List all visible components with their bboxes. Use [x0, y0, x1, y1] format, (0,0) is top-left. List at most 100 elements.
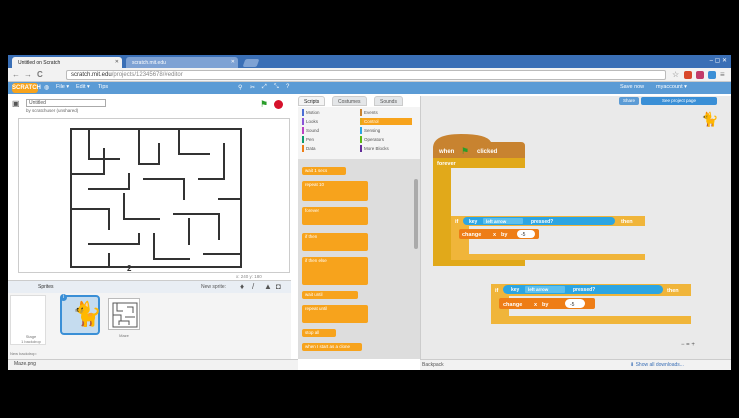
address-bar[interactable]: scratch.mit.edu/projects/12345678/#edito… [66, 70, 666, 80]
zoom-controls[interactable]: − = + [681, 342, 695, 348]
back-button[interactable]: ← [12, 70, 20, 80]
script-when-flag-clicked[interactable]: when ⚑ clicked forever if key left arrow… [433, 134, 645, 266]
block-repeat-until[interactable]: repeat until [302, 305, 368, 323]
category-color-bar [302, 145, 304, 152]
block-if[interactable]: if then [302, 233, 368, 251]
category-motion[interactable]: Motion [302, 109, 354, 116]
menu-icon[interactable]: ≡ [720, 70, 725, 80]
new-tab-button[interactable] [242, 59, 260, 67]
block-wait[interactable]: wait 1 secs [302, 167, 346, 175]
maze-image: 2 [70, 128, 242, 273]
tab-sounds[interactable]: Sounds [374, 96, 403, 106]
block-stop[interactable]: stop all [302, 329, 336, 337]
block-repeat[interactable]: repeat 10 [302, 181, 368, 201]
sprite-thumbnail-cat[interactable]: 🐈 [60, 295, 102, 335]
menu-tips[interactable]: Tips [98, 84, 108, 90]
scripts-area[interactable]: when ⚑ clicked forever if key left arrow… [420, 96, 731, 370]
category-looks[interactable]: Looks [302, 118, 354, 125]
info-icon[interactable]: i [60, 294, 67, 301]
project-byline: by scratchuser (unshared) [26, 108, 79, 113]
sprites-panel: Sprites New sprite: ♦ / ▲ ◘ Stage 1 back… [8, 280, 291, 370]
then-label: then [621, 219, 633, 225]
sprite-thumbnail-maze[interactable] [108, 298, 140, 330]
palette-scrollbar[interactable] [414, 179, 418, 249]
category-control[interactable]: Control [360, 118, 412, 125]
block-when-clone[interactable]: when I start as a clone [302, 343, 362, 351]
stage-thumb-label: Stage 1 backdrop [15, 334, 47, 344]
stage-thumbnail[interactable]: Stage 1 backdrop [10, 295, 46, 345]
upload-sprite-icon[interactable]: ▲ [264, 282, 272, 291]
download-item[interactable]: Maze.png [14, 361, 36, 367]
block-label: repeat until [305, 306, 328, 311]
tab-costumes[interactable]: Costumes [332, 96, 367, 106]
key-value: left arrow [486, 219, 507, 224]
help-icon[interactable]: ? [286, 84, 289, 90]
share-button[interactable]: Share [619, 97, 639, 105]
script-if-key-pressed[interactable]: if key left arrow pressed? then change x… [491, 284, 691, 324]
category-events[interactable]: Events [360, 109, 412, 116]
block-categories: Motion Looks Sound Pen Data Events Contr… [298, 107, 420, 159]
new-backdrop-label: New backdrop: [10, 351, 37, 356]
by-label: by [501, 232, 508, 238]
backdrop-count: 1 backdrop [21, 339, 41, 344]
bookmark-star-icon[interactable]: ☆ [672, 70, 679, 80]
tab-scripts[interactable]: Scripts [298, 96, 326, 106]
category-data[interactable]: Data [302, 145, 354, 152]
paint-sprite-icon[interactable]: / [252, 282, 254, 291]
category-sensing[interactable]: Sensing [360, 127, 412, 134]
category-color-bar [302, 127, 304, 134]
block-if-else[interactable]: if then else [302, 257, 368, 285]
globe-icon[interactable]: ◍ [44, 84, 49, 91]
stage-canvas[interactable]: 2 [18, 118, 290, 273]
shrink-icon[interactable]: ⤡ [274, 84, 279, 91]
amount-input[interactable] [565, 299, 585, 308]
block-wait-until[interactable]: wait until [302, 291, 358, 299]
by-label: by [542, 302, 549, 308]
hat-label-clicked: clicked [477, 149, 498, 155]
tab-scratch-editor[interactable]: Untitled on Scratch ✕ [12, 57, 122, 68]
if-label: if [455, 219, 459, 225]
change-label: change [462, 232, 481, 238]
reload-button[interactable]: C [37, 70, 43, 80]
block-forever[interactable]: forever [302, 207, 368, 225]
save-now-link[interactable]: Save now [620, 84, 644, 90]
stop-icon[interactable] [274, 100, 283, 109]
duplicate-icon[interactable]: ⚲ [238, 84, 242, 91]
camera-icon[interactable]: ◘ [276, 282, 281, 291]
extension-icon[interactable] [684, 71, 692, 79]
category-more-blocks[interactable]: More Blocks [360, 145, 412, 152]
category-color-bar [360, 145, 362, 152]
project-title-field[interactable]: Untitled [26, 99, 106, 107]
category-operators[interactable]: Operators [360, 136, 412, 143]
category-sound[interactable]: Sound [302, 127, 354, 134]
menu-edit[interactable]: Edit ▾ [76, 84, 90, 90]
show-all-downloads-link[interactable]: ⬇ Show all downloads... [630, 362, 684, 368]
grow-icon[interactable]: ⤢ [262, 84, 267, 91]
green-flag-icon[interactable]: ⚑ [260, 100, 268, 109]
scratch-logo[interactable]: SCRATCH [12, 83, 41, 93]
sprite-preview-icon: 🐈 [701, 111, 719, 127]
extension-icon[interactable] [708, 71, 716, 79]
block-label: if then [305, 234, 318, 239]
close-icon[interactable]: ✕ [231, 59, 235, 65]
see-project-page-button[interactable]: See project page [641, 97, 717, 105]
category-color-bar [360, 109, 362, 116]
cut-icon[interactable]: ✂ [250, 84, 255, 91]
url-path: /projects/12345678/#editor [111, 72, 183, 78]
category-label: Sound [306, 128, 320, 133]
category-pen[interactable]: Pen [302, 136, 354, 143]
close-icon[interactable]: ✕ [115, 59, 119, 65]
amount-input[interactable] [517, 230, 535, 238]
navigation-bar: ← → C scratch.mit.edu/projects/12345678/… [8, 68, 731, 82]
category-label: Sensing [364, 128, 381, 133]
pressed-label: pressed? [531, 219, 553, 225]
forward-button[interactable]: → [24, 70, 32, 80]
extension-icon[interactable] [696, 71, 704, 79]
backpack-label[interactable]: Backpack [422, 362, 444, 368]
presentation-mode-icon[interactable]: ▣ [12, 99, 20, 108]
user-menu[interactable]: myaccount ▾ [656, 84, 687, 90]
choose-sprite-icon[interactable]: ♦ [240, 282, 244, 291]
tab-second[interactable]: scratch.mit.edu ✕ [126, 57, 238, 68]
window-controls[interactable]: ‒ ▢ ✕ [710, 57, 727, 64]
menu-file[interactable]: File ▾ [56, 84, 69, 90]
